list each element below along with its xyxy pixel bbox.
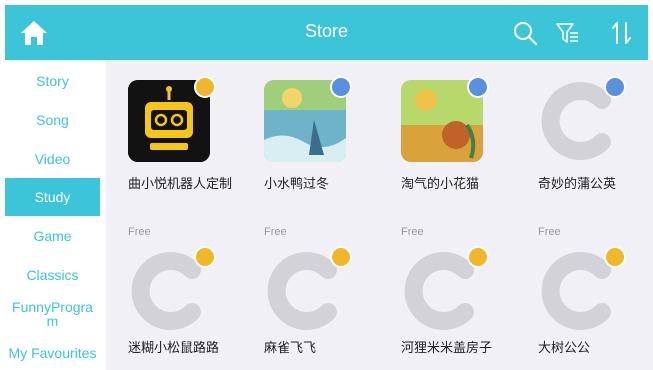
sidebar-item-song[interactable]: Song (5, 101, 100, 139)
card-title: 麻雀飞飞 (264, 340, 317, 355)
card-price: Free (128, 226, 151, 238)
card-title: 河狸米米盖房子 (401, 340, 493, 355)
card-title: 大树公公 (538, 340, 591, 355)
sidebar-item-funnyprogram[interactable]: FunnyProgram (5, 294, 100, 334)
sidebar-item-my-favourites[interactable]: My Favourites (5, 334, 100, 370)
search-icon[interactable] (511, 19, 539, 47)
category-sidebar: Story Song Video Study Game Classics Fun… (5, 60, 100, 370)
card-price: Free (538, 226, 561, 238)
sidebar-item-study[interactable]: Study (5, 178, 100, 216)
lock-badge-icon (467, 76, 489, 98)
sidebar-item-video[interactable]: Video (5, 140, 100, 178)
card-title: 曲小悦机器人定制 (128, 176, 233, 191)
sidebar-item-game[interactable]: Game (5, 217, 100, 255)
bike-badge-icon (194, 76, 216, 98)
bike-badge-icon (604, 246, 626, 268)
card-price: Free (401, 226, 424, 238)
lock-badge-icon (330, 76, 352, 98)
page-title: Store (304, 21, 349, 41)
content-grid: 曲小悦机器人定制 Free 小水鸭过冬 Free 淘气的小花猫 Free 奇妙的… (106, 60, 653, 370)
lock-badge-icon (604, 76, 626, 98)
filter-icon[interactable] (553, 19, 581, 47)
sidebar-item-classics[interactable]: Classics (5, 256, 100, 294)
card-title: 小水鸭过冬 (264, 176, 330, 191)
sort-icon[interactable] (608, 19, 636, 47)
sidebar-item-story[interactable]: Story (5, 62, 100, 100)
bike-badge-icon (467, 246, 489, 268)
card-title: 淘气的小花猫 (401, 176, 480, 191)
card-price: Free (264, 226, 287, 238)
bike-badge-icon (330, 246, 352, 268)
top-bar: Store (5, 5, 648, 60)
bike-badge-icon (194, 246, 216, 268)
card-title: 奇妙的蒲公英 (538, 176, 617, 191)
card-title: 迷糊小松鼠路路 (128, 340, 220, 355)
